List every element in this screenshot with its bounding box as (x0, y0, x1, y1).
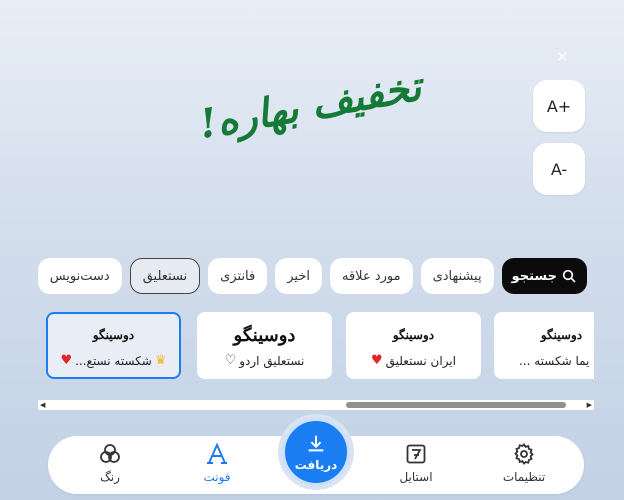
text-style-icon (406, 444, 426, 464)
tab-label: مورد علاقه (342, 268, 401, 284)
nav-label: رنگ (100, 470, 120, 484)
font-card[interactable]: دوسینگو ایران نستعلیق ♥ (346, 312, 481, 379)
preview-text: تخفیف بهاره! (195, 62, 425, 148)
tab-label: اخیر (287, 268, 310, 284)
scroll-thumb[interactable] (346, 402, 566, 408)
font-card[interactable]: دوسینگو ♛ شکسته نستع... ♥ (46, 312, 181, 379)
font-preview: دوسینگو (233, 324, 296, 346)
font-name: یما شکسته ... (518, 353, 590, 368)
font-icon (207, 442, 227, 464)
text-preview: تخفیف بهاره! (150, 50, 470, 160)
font-name: نستعلیق اردو (239, 353, 305, 368)
font-card-label: نستعلیق اردو ♡ (225, 353, 305, 368)
tab-label: جستجو (511, 268, 557, 284)
font-card-label: ایران نستعلیق ♥ (371, 353, 456, 368)
nav-label: استایل (399, 470, 433, 484)
font-card-label: ♛ شکسته نستع... ♥ (60, 353, 166, 368)
nav-label: تنظیمات (502, 470, 546, 484)
font-list: دوسینگو ♛ شکسته نستع... ♥ دوسینگو نستعلی… (38, 312, 594, 382)
crown-icon: ♛ (154, 353, 167, 368)
tab-search[interactable]: جستجو (501, 258, 587, 294)
font-preview: دوسینگو (392, 328, 435, 342)
nav-font[interactable]: فونت (177, 442, 257, 492)
download-button[interactable]: دریافت (282, 418, 350, 486)
nav-settings[interactable]: تنظیمات (484, 442, 564, 492)
download-label: دریافت (294, 457, 338, 472)
category-tabs: جستجو پیشنهادی مورد علاقه اخیر فانتزی نس… (37, 258, 587, 294)
font-card-label: ♛ یما شکسته ... (519, 353, 594, 368)
color-circles-icon (100, 444, 120, 463)
heart-icon[interactable]: ♥ (371, 353, 383, 368)
download-button-ring: دریافت (278, 414, 354, 490)
tab-label: پیشنهادی (432, 268, 482, 284)
font-name: شکسته نستع... (75, 353, 152, 368)
increase-size-button[interactable]: A+ (533, 80, 585, 132)
scroll-right-icon[interactable]: ▶ (587, 401, 592, 409)
tab-handwriting[interactable]: دست‌نویس (37, 258, 122, 294)
scroll-left-icon[interactable]: ◀ (40, 401, 45, 409)
nav-style[interactable]: استایل (376, 442, 456, 492)
tab-label: دست‌نویس (49, 268, 110, 284)
tab-label: نستعلیق (142, 268, 188, 284)
font-preview: دوسینگو (92, 328, 135, 342)
tab-recent[interactable]: اخیر (275, 258, 322, 294)
horizontal-scrollbar[interactable]: ◀ ▶ (38, 400, 594, 410)
crown-icon: ♛ (592, 353, 594, 368)
tab-label: فانتزی (220, 268, 256, 284)
font-preview: دوسینگو (540, 328, 583, 342)
heart-outline-icon[interactable]: ♡ (225, 353, 237, 368)
close-icon[interactable]: ✕ (556, 48, 569, 66)
tab-suggested[interactable]: پیشنهادی (420, 258, 494, 294)
font-name: ایران نستعلیق (385, 353, 456, 368)
heart-icon[interactable]: ♥ (60, 353, 72, 368)
decrease-size-button[interactable]: A- (533, 143, 585, 195)
nav-label: فونت (203, 470, 231, 484)
tab-nastaliq[interactable]: نستعلیق (129, 258, 201, 294)
tab-fantasy[interactable]: فانتزی (208, 258, 268, 294)
font-card[interactable]: دوسینگو نستعلیق اردو ♡ (197, 312, 332, 379)
font-card[interactable]: دوسینگو ♛ یما شکسته ... (494, 312, 594, 379)
search-icon (562, 269, 576, 283)
tab-favorites[interactable]: مورد علاقه (330, 258, 413, 294)
nav-color[interactable]: رنگ (70, 442, 150, 492)
download-icon (308, 435, 324, 451)
gear-icon (514, 443, 534, 465)
